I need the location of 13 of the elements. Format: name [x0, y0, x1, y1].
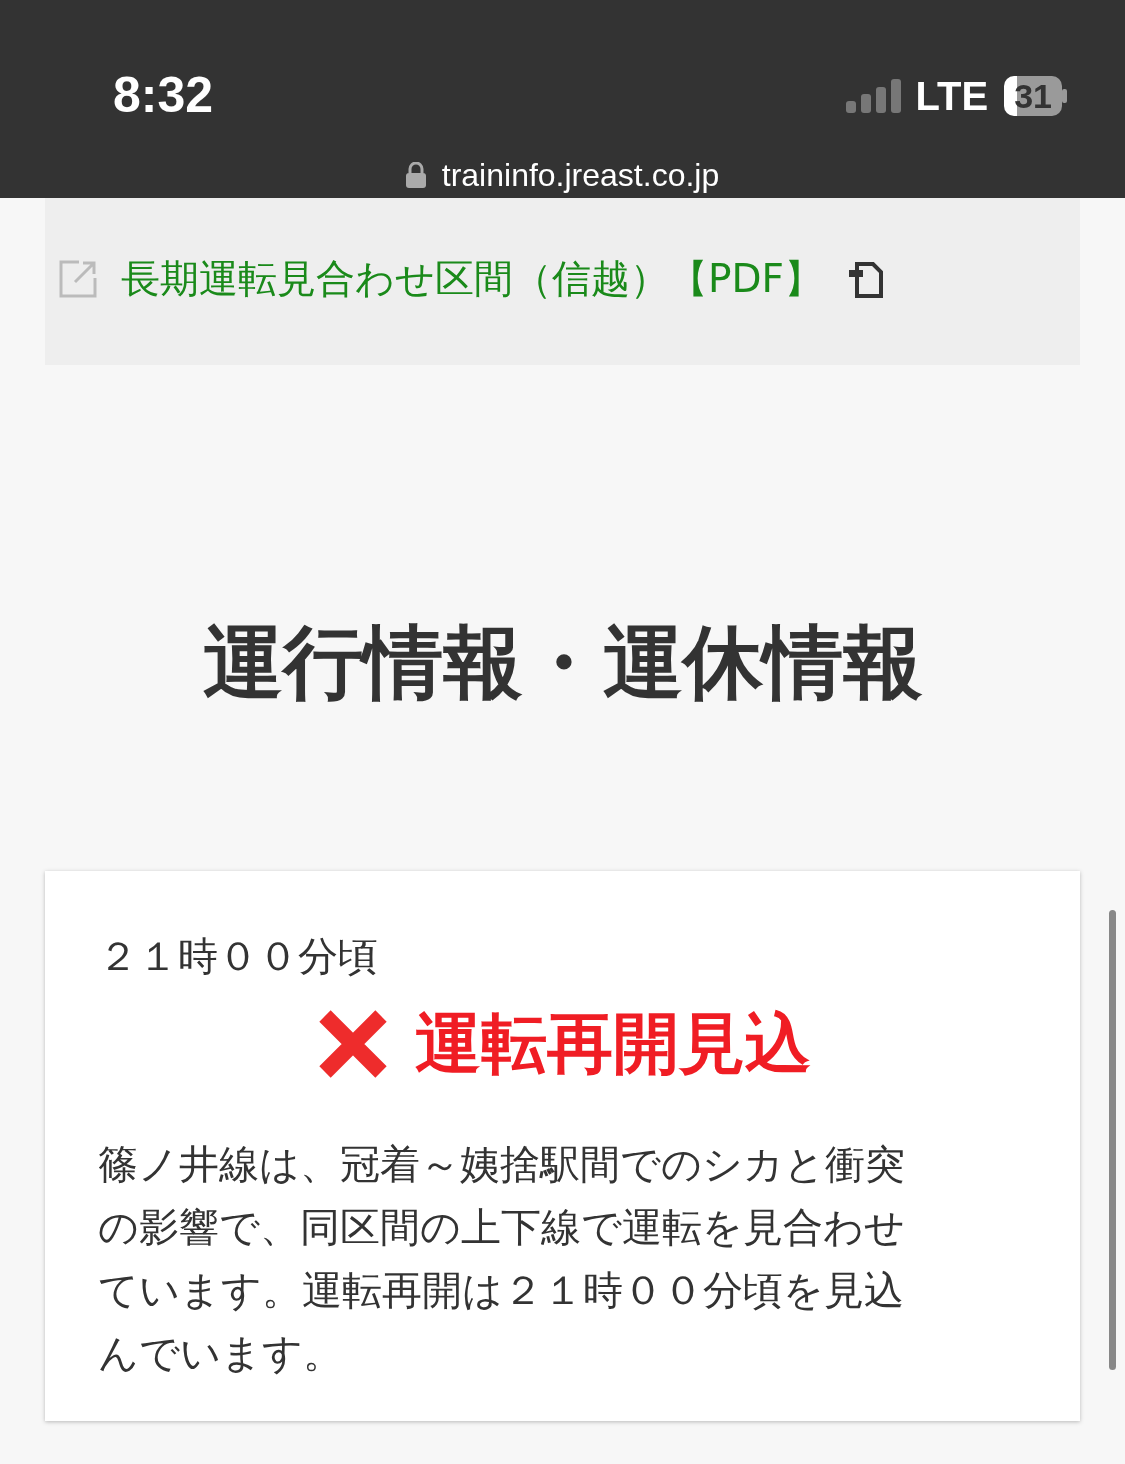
lock-icon: [405, 162, 426, 188]
clock-time: 8:32: [113, 66, 214, 125]
url-text: traininfo.jreast.co.jp: [441, 156, 720, 195]
section-heading: 運行情報・運休情報: [201, 615, 924, 711]
notice-message: 篠ノ井線は、冠着～姨捨駅間でのシカと衝突の影響で、同区間の上下線で運転を見合わせています。運転再開は２１時００分頃を見込んでいます。: [98, 1140, 906, 1378]
pdf-link[interactable]: 長期運転見合わせ区間（信越）【PDF】: [121, 250, 823, 309]
status-label: 運転再開見込: [414, 1004, 811, 1084]
network-label: LTE: [915, 72, 989, 120]
external-link-icon: [59, 260, 97, 299]
document-icon: [847, 260, 885, 299]
battery-tip-icon: [1062, 88, 1067, 103]
notice-time: ２１時００分頃: [98, 932, 379, 981]
signal-icon: [845, 78, 904, 113]
